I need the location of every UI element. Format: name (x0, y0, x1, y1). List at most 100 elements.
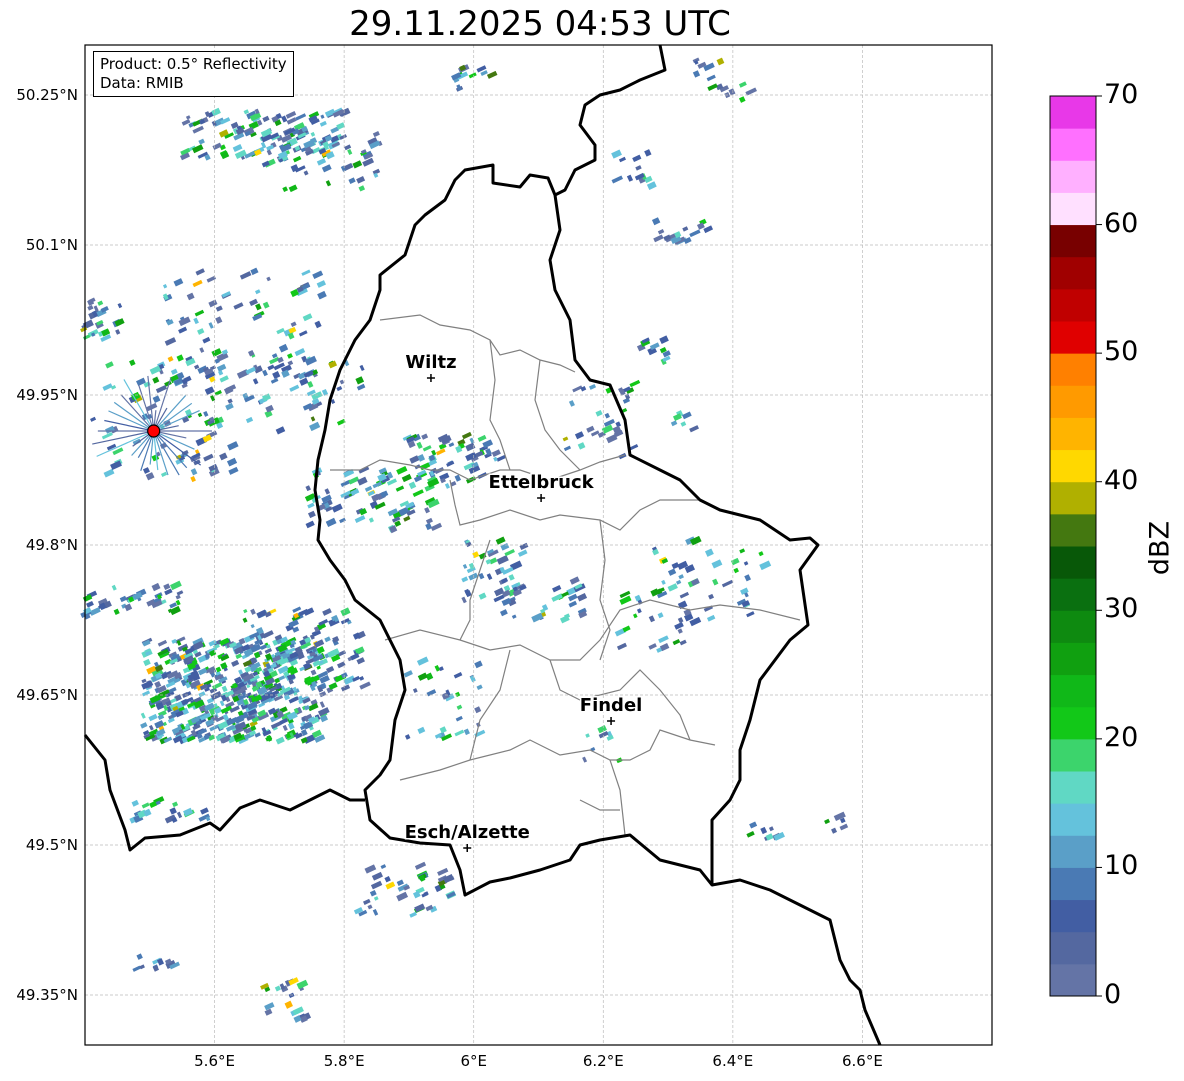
echo-pixel (265, 404, 274, 413)
echo-pixel (172, 801, 179, 808)
echo-pixel (90, 416, 97, 422)
echo-pixel (760, 826, 768, 835)
echo-pixel (586, 425, 595, 433)
echo-pixel (824, 818, 830, 825)
colorbar-band (1050, 353, 1096, 386)
echo-pixel (363, 898, 371, 905)
echo-pixel (653, 234, 664, 243)
echo-pixel (711, 559, 723, 569)
echo-pixel (759, 560, 772, 571)
echo-pixel (340, 607, 351, 617)
echo-pixel (175, 594, 181, 600)
echo-pixel (103, 468, 115, 478)
city-marker-icon (537, 494, 546, 502)
product-label: Product: 0.5° Reflectivity (100, 55, 287, 73)
echo-pixel (604, 412, 610, 419)
lon-tick-label: 5.6°E (194, 1052, 235, 1070)
echo-pixel (82, 334, 91, 340)
echo-pixel (336, 385, 343, 392)
echo-pixel (319, 701, 326, 708)
city-label: Wiltz (405, 352, 456, 373)
echo-pixel (651, 217, 661, 226)
colorbar-band (1050, 385, 1096, 418)
lat-tick-label: 49.5°N (25, 836, 78, 854)
echo-pixel (129, 359, 136, 366)
colorbar-tick-label: 50 (1104, 336, 1139, 368)
echo-pixel (142, 467, 150, 474)
echo-pixel (164, 337, 177, 346)
echo-pixel (582, 756, 588, 763)
echo-pixel (200, 807, 209, 815)
echo-pixel (728, 88, 736, 96)
echo-pixel (478, 572, 485, 580)
echo-pixel (339, 517, 346, 524)
colorbar-band (1050, 96, 1096, 129)
echo-pixel (618, 156, 626, 163)
echo-pixel (744, 574, 752, 582)
colorbar-band (1050, 578, 1096, 611)
echo-pixel (245, 366, 256, 375)
echo-pixel (680, 421, 687, 427)
echo-pixel (227, 398, 233, 404)
gridlines (85, 45, 992, 1045)
echo-pixel (274, 985, 281, 992)
colorbar-tick-label: 40 (1104, 464, 1139, 496)
echo-pixel (670, 420, 678, 427)
echo-pixel (356, 176, 366, 184)
colorbar-band (1050, 546, 1096, 579)
echo-pixel (148, 713, 158, 722)
lat-tick-label: 50.1°N (25, 236, 78, 254)
echo-pixel (204, 386, 215, 396)
echo-pixel (758, 551, 764, 557)
echo-pixel (401, 473, 412, 483)
colorbar-band (1050, 706, 1096, 740)
echo-pixel (468, 72, 477, 79)
echo-pixel (461, 431, 472, 440)
echo-pixel (215, 305, 223, 312)
echo-pixel (480, 70, 488, 76)
echo-pixel (303, 170, 309, 176)
echo-pixel (746, 831, 755, 838)
colorbar-band (1050, 771, 1096, 804)
echo-pixel (368, 517, 374, 523)
echo-pixel (403, 670, 413, 678)
echo-pixel (250, 267, 259, 276)
echo-pixel (496, 555, 509, 565)
echo-pixel (176, 811, 183, 819)
echo-pixel (385, 881, 396, 890)
echo-pixel (706, 74, 716, 82)
echo-pixel (328, 360, 338, 369)
echo-pixel (721, 579, 734, 588)
echo-pixel (250, 624, 255, 629)
echo-pixel (324, 488, 331, 495)
echo-pixel (562, 436, 569, 442)
colorbar-band (1050, 256, 1096, 290)
echo-pixel (309, 421, 321, 432)
echo-pixel (272, 371, 281, 379)
colorbar-tick-label: 30 (1104, 593, 1139, 625)
echo-pixel (97, 300, 104, 306)
echo-pixel (396, 879, 404, 886)
echo-pixel (611, 149, 622, 159)
city-label: Esch/Alzette (405, 822, 530, 843)
echo-pixel (358, 185, 366, 192)
echo-pixel (211, 682, 223, 690)
echo-pixel (408, 481, 417, 490)
echo-pixel (454, 729, 465, 737)
echo-pixel (151, 582, 161, 592)
echo-pixel (208, 322, 214, 329)
echo-pixel (674, 622, 684, 630)
lon-tick-label: 5.8°E (323, 1052, 365, 1070)
echo-pixel (773, 831, 785, 841)
echo-pixel (679, 591, 690, 599)
echo-pixel (589, 383, 597, 390)
echo-pixel (396, 465, 408, 475)
colorbar-band (1050, 610, 1096, 643)
colorbar-band (1050, 642, 1096, 676)
echo-pixel (292, 606, 302, 613)
echo-pixel (170, 368, 178, 375)
echo-pixel (208, 299, 218, 308)
echo-pixel (500, 609, 508, 617)
echo-pixel (157, 639, 168, 647)
echo-pixel (439, 726, 447, 734)
